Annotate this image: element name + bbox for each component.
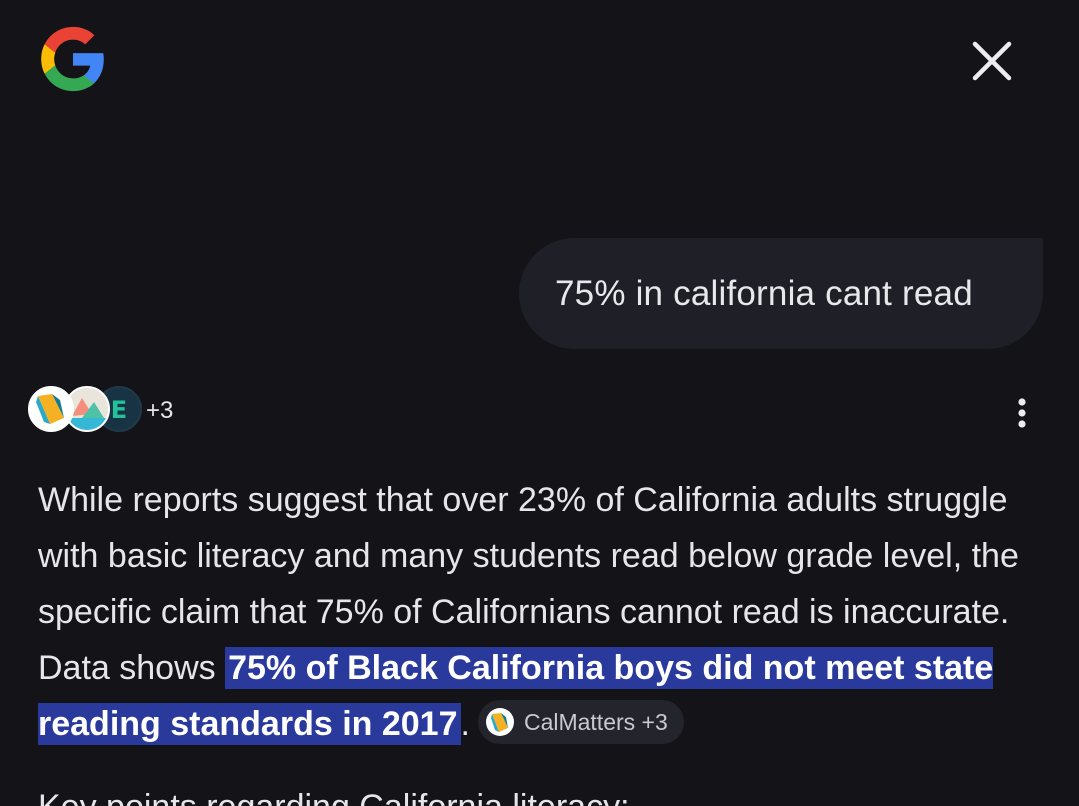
google-g-icon [41,26,104,92]
source-favicons[interactable]: E +3 [26,384,206,438]
answer-period: . [460,705,470,743]
calmatters-icon [28,386,74,432]
source-count: +3 [146,397,174,424]
next-paragraph: Key points regarding California literacy… [38,788,630,806]
user-query-bubble: 75% in california cant read [519,238,1043,349]
close-icon [972,41,1012,81]
more-options-button[interactable] [1006,395,1038,433]
more-vert-icon [1018,398,1026,428]
citation-label: CalMatters +3 [523,709,668,736]
calmatters-icon [485,707,514,736]
ai-answer-paragraph: While reports suggest that over 23% of C… [38,472,1058,752]
close-button[interactable] [964,36,1022,88]
ai-mode-screen: 75% in california cant read E +3 While r… [0,0,1079,806]
svg-text:E: E [111,396,127,424]
user-query-text: 75% in california cant read [555,274,973,313]
citation-chip[interactable]: CalMatters +3 [477,700,684,745]
